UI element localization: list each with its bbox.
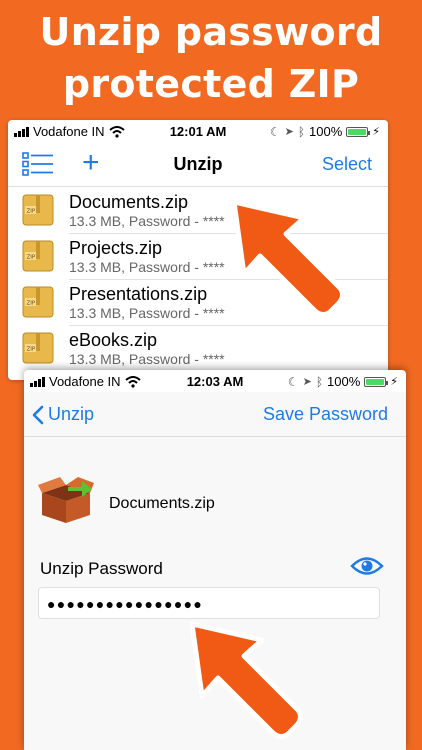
back-label: Unzip [48, 404, 95, 424]
navigation-bar: + Unzip Select [8, 142, 388, 187]
location-icon: ➤ [284, 126, 294, 138]
save-password-button[interactable]: Save Password [263, 404, 388, 425]
headline-line-2: protected ZIP [62, 62, 360, 106]
battery-icon [346, 126, 371, 137]
svg-text:ZIP: ZIP [27, 301, 36, 307]
svg-text:ZIP: ZIP [27, 255, 36, 261]
back-button[interactable]: Unzip [32, 404, 94, 425]
zip-file-icon: ZIP [22, 194, 54, 226]
file-meta: 13.3 MB, Password - **** [69, 259, 225, 275]
moon-icon: ☾ [269, 124, 281, 139]
chevron-left-icon [32, 405, 44, 424]
pointer-arrow-icon [189, 621, 304, 740]
file-meta: 13.3 MB, Password - **** [69, 305, 225, 321]
zip-file-icon: ZIP [22, 286, 54, 318]
bluetooth-icon: ᛒ [315, 374, 324, 389]
headline-line-1: Unzip password [39, 10, 383, 54]
file-name: Projects.zip [69, 238, 163, 258]
password-label: Unzip Password [40, 559, 163, 578]
pointer-arrow-icon [231, 199, 346, 318]
password-field[interactable]: ●●●●●●●●●●●●●●●● [38, 587, 380, 619]
headline: Unzip password protected ZIP [0, 6, 422, 110]
battery-percent: 100% [309, 124, 343, 139]
select-button[interactable]: Select [322, 154, 372, 175]
file-name: Presentations.zip [69, 284, 208, 304]
file-meta: 13.3 MB, Password - **** [69, 351, 225, 367]
eye-icon[interactable] [350, 555, 384, 577]
bluetooth-icon: ᛒ [297, 124, 306, 139]
navigation-bar: Unzip Save Password [24, 392, 406, 437]
file-name: Documents.zip [109, 495, 215, 512]
charging-icon: ⚡ [390, 376, 398, 388]
file-name: eBooks.zip [69, 330, 158, 350]
status-bar: Vodafone IN 12:03 AM ☾ ➤ ᛒ 100% ⚡ [24, 370, 406, 392]
moon-icon: ☾ [287, 374, 299, 389]
location-icon: ➤ [302, 376, 312, 388]
file-row[interactable]: ZIP eBooks.zip 13.3 MB, Password - **** [8, 326, 388, 372]
battery-percent: 100% [327, 374, 361, 389]
status-bar: Vodafone IN 12:01 AM ☾ ➤ ᛒ 100% ⚡ [8, 120, 388, 142]
zip-file-icon: ZIP [22, 240, 54, 272]
battery-icon [364, 376, 389, 387]
svg-text:ZIP: ZIP [27, 347, 36, 353]
file-meta: 13.3 MB, Password - **** [69, 213, 225, 229]
zip-file-icon: ZIP [22, 332, 54, 364]
svg-text:ZIP: ZIP [27, 209, 36, 215]
file-name: Documents.zip [69, 192, 189, 212]
archive-box-icon [38, 477, 94, 523]
charging-icon: ⚡ [372, 126, 380, 138]
